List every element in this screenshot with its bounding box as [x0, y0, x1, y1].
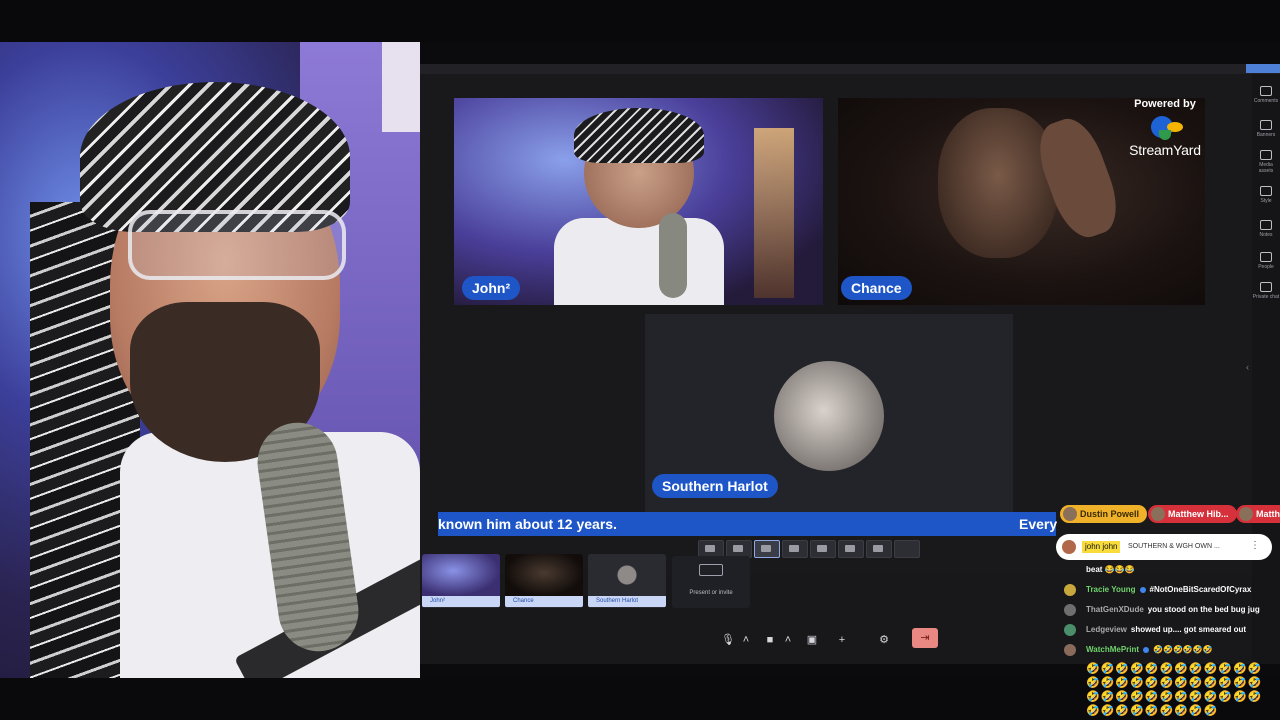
- backstage-thumb-chance[interactable]: Chance: [505, 554, 583, 608]
- dock-item-people[interactable]: People: [1252, 252, 1280, 270]
- thumb-video: [505, 554, 583, 596]
- layout-blank-button[interactable]: [894, 540, 920, 558]
- ticker-next-text: Every: [1019, 516, 1058, 532]
- more-options-icon[interactable]: ⋮: [1250, 540, 1260, 551]
- streamyard-wordmark: StreamYard: [1129, 142, 1201, 158]
- comment-icon: [1260, 86, 1272, 96]
- banner-icon: [1260, 120, 1272, 130]
- layout-thin-button[interactable]: [838, 540, 864, 558]
- people-icon: [1260, 252, 1272, 262]
- thumb-caption: Southern Harlot: [588, 596, 666, 607]
- media-icon: [1260, 150, 1272, 160]
- keffiyeh-headwrap: [574, 108, 704, 163]
- verified-icon: [1139, 586, 1146, 593]
- name-label: Southern Harlot: [652, 474, 778, 498]
- window-titlebar: [420, 64, 1280, 74]
- chat-text: beat 😂😂😂: [1086, 565, 1135, 574]
- share-screen-icon[interactable]: ▣: [804, 632, 820, 648]
- streamyard-branding: Powered by StreamYard: [1110, 98, 1220, 158]
- layout-screen-button[interactable]: [866, 540, 892, 558]
- thumb-video: [588, 554, 666, 596]
- avatar: [1064, 624, 1076, 636]
- microphone: [659, 213, 687, 298]
- palette-icon: [1260, 186, 1272, 196]
- chevron-left-icon[interactable]: ‹: [1246, 362, 1249, 372]
- chat-text: SOUTHERN & WGH OWN ...: [1128, 543, 1220, 550]
- avatar: [1239, 507, 1253, 521]
- notes-icon: [1260, 220, 1272, 230]
- caption-ticker: known him about 12 years. Every: [438, 512, 1058, 536]
- settings-icon[interactable]: ⚙: [876, 632, 892, 648]
- powered-by-label: Powered by: [1134, 98, 1196, 110]
- avatar: [1064, 644, 1076, 656]
- chat-author: john john: [1082, 541, 1121, 553]
- broadcast-controls: 🎙 ˄ ■ ˄ ▣ + ⚙: [720, 630, 980, 652]
- avatar: [1064, 584, 1076, 596]
- present-or-invite-button[interactable]: Present or invite: [672, 556, 750, 608]
- streamyard-duck-icon: [1145, 114, 1185, 142]
- background-window: [382, 42, 420, 132]
- dock-item-style[interactable]: Style: [1252, 186, 1280, 204]
- avatar: [1151, 507, 1165, 521]
- thumb-video: [422, 554, 500, 596]
- chat-text: you stood on the bed bug jug: [1147, 605, 1260, 614]
- dock-item-comments[interactable]: Comments: [1252, 86, 1280, 104]
- top-letterbox: [0, 0, 1280, 42]
- pinned-chat-message[interactable]: john john SOUTHERN & WGH OWN ... ⋮: [1056, 534, 1272, 560]
- name-label: John²: [462, 276, 521, 300]
- broadcast-stage: Powered by StreamYard John² Chance South…: [420, 74, 1252, 574]
- thumb-caption: John²: [422, 596, 500, 607]
- live-chat-overlay: john john SOUTHERN & WGH OWN ... ⋮ beat …: [1056, 534, 1272, 720]
- chat-author: ThatGenXDude: [1086, 605, 1144, 614]
- participant-tile-john[interactable]: [454, 98, 823, 305]
- glasses: [128, 210, 346, 280]
- chat-author: Tracie Young: [1086, 585, 1136, 594]
- chat-author: WatchMePrint: [1086, 645, 1140, 654]
- ticker-text: known him about 12 years.: [438, 516, 617, 532]
- host-webcam: [0, 42, 420, 678]
- avatar: [774, 361, 884, 471]
- private-chat-icon: [1260, 282, 1272, 292]
- chat-author: Ledgeview: [1086, 625, 1127, 634]
- avatar: [1062, 540, 1076, 554]
- camera-icon[interactable]: ■: [762, 632, 778, 648]
- titlebar-button[interactable]: [1246, 64, 1280, 73]
- microphone-icon[interactable]: 🎙: [720, 632, 736, 648]
- avatar: [1064, 604, 1076, 616]
- thumb-caption: Chance: [505, 596, 583, 607]
- chat-tag: Matthe: [1236, 505, 1280, 523]
- lamp-light: [754, 128, 794, 298]
- participant-body: [554, 218, 724, 305]
- name-label: Chance: [841, 276, 912, 300]
- backstage-thumb-southern[interactable]: Southern Harlot: [588, 554, 666, 608]
- invite-icon[interactable]: +: [834, 632, 850, 648]
- avatar: [1063, 507, 1077, 521]
- chat-text: 🤣🤣🤣🤣🤣🤣: [1153, 645, 1213, 654]
- verified-icon: [1143, 646, 1150, 653]
- chat-text: #NotOneBitScaredOfCyrax: [1149, 585, 1252, 594]
- present-screen-icon: [699, 564, 723, 576]
- dock-item-banners[interactable]: Banners: [1252, 120, 1280, 138]
- dock-item-private-chat[interactable]: Private chat: [1252, 282, 1280, 300]
- chat-tag: Matthew Hib...: [1148, 505, 1237, 523]
- chat-text: showed up.... got smeared out: [1130, 625, 1247, 634]
- chat-highlight-tags: Dustin Powell Matthew Hib... Matthe: [1060, 505, 1280, 525]
- dock-item-notes[interactable]: Notes: [1252, 220, 1280, 238]
- leave-studio-button[interactable]: ⇥: [912, 628, 938, 648]
- backstage-thumbnails: John² Chance Southern Harlot Present or …: [420, 554, 820, 614]
- participant-face: [938, 108, 1058, 258]
- chevron-up-icon[interactable]: ˄: [738, 632, 754, 648]
- chevron-up-icon[interactable]: ˄: [780, 632, 796, 648]
- dock-item-media[interactable]: Media assets: [1252, 150, 1280, 174]
- emoji-spam: 🤣🤣🤣🤣🤣🤣🤣🤣🤣🤣🤣🤣🤣🤣🤣🤣🤣🤣🤣🤣🤣🤣🤣🤣🤣🤣🤣🤣🤣🤣🤣🤣🤣🤣🤣🤣🤣🤣🤣🤣…: [1086, 663, 1263, 717]
- chat-tag: Dustin Powell: [1060, 505, 1148, 523]
- backstage-thumb-john[interactable]: John²: [422, 554, 500, 608]
